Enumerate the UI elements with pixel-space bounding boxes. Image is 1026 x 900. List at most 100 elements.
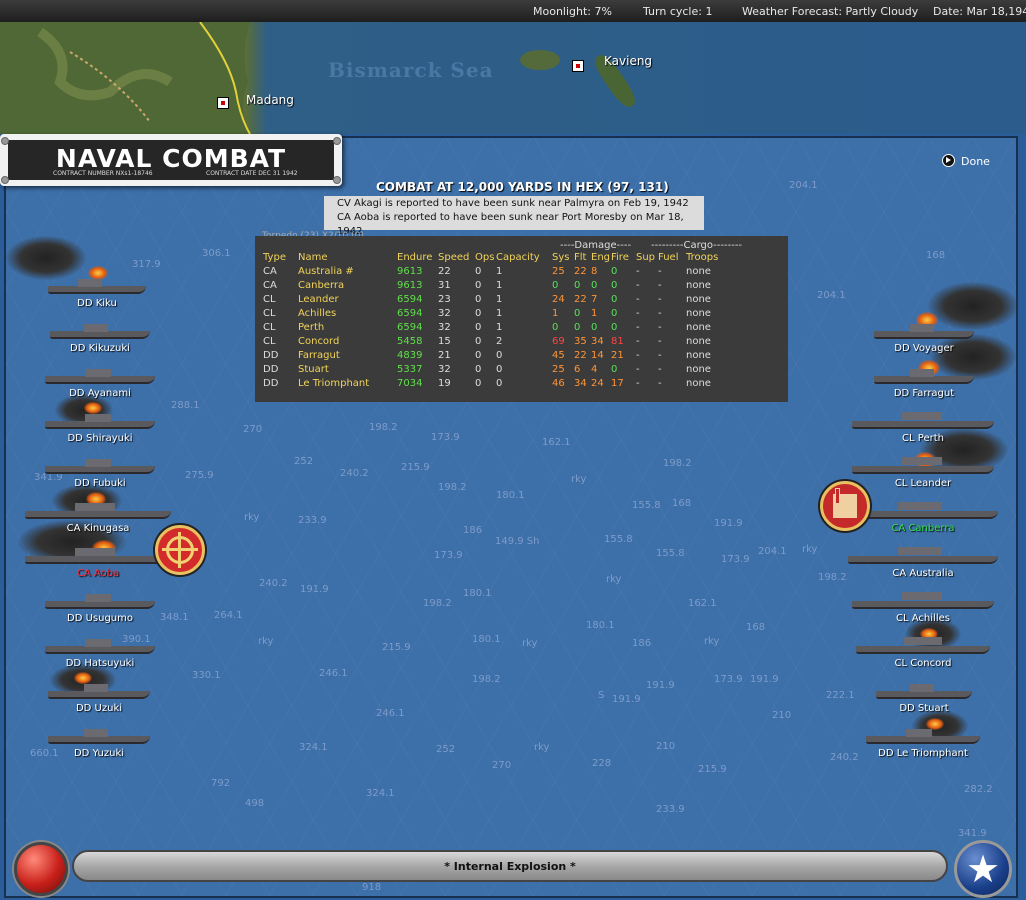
table-cell: 25 bbox=[552, 266, 565, 277]
table-cell: - bbox=[636, 378, 640, 389]
combat-message: * Internal Explosion * bbox=[444, 860, 576, 873]
ship-label: DD Hatsuyuki bbox=[65, 658, 135, 669]
done-button[interactable]: Done bbox=[942, 154, 990, 168]
table-cell: 0 bbox=[611, 308, 618, 319]
table-cell: 0 bbox=[475, 308, 482, 319]
town-marker-madang[interactable] bbox=[217, 97, 229, 109]
table-cell: 0 bbox=[591, 322, 598, 333]
town-label-kavieng: Kavieng bbox=[604, 54, 653, 68]
table-row[interactable]: CL Achilles 6594 32 0 1 1 0 1 0- - none bbox=[263, 307, 734, 321]
ship-status-table: Type Name Endure Speed Ops Capacity Sys … bbox=[263, 251, 734, 391]
table-cell: 0 bbox=[475, 336, 482, 347]
weather-readout: Weather Forecast: Partly Cloudy bbox=[742, 5, 919, 18]
table-cell: Concord bbox=[298, 336, 340, 347]
ship-label: DD Kiku bbox=[77, 298, 117, 309]
table-cell: 81 bbox=[611, 336, 624, 347]
smoke-effect bbox=[928, 282, 1018, 330]
ship-label: CL Perth bbox=[902, 433, 944, 444]
table-cell: 5337 bbox=[397, 364, 423, 375]
table-cell: CL bbox=[263, 308, 276, 319]
ship-label: DD Kikuzuki bbox=[70, 343, 130, 354]
table-cell: 45 bbox=[552, 350, 565, 361]
table-row[interactable]: DD Farragut 4839 21 0 0 45 22 14 21 - - none bbox=[263, 349, 734, 363]
table-cell: 0 bbox=[475, 280, 482, 291]
table-row[interactable]: CL Leander 6594 23 0 1 24 22 7 0 - - none bbox=[263, 293, 734, 307]
done-arrow-icon bbox=[942, 154, 955, 167]
table-cell: 4 bbox=[591, 364, 598, 375]
ship-label: CL Concord bbox=[894, 658, 952, 669]
table-cell: DD bbox=[263, 378, 279, 389]
table-cell: - bbox=[658, 336, 662, 347]
ship-label: CL Leander bbox=[894, 478, 952, 489]
table-cell: Stuart bbox=[298, 364, 329, 375]
table-cell: - bbox=[636, 266, 640, 277]
ship-label: DD Uzuki bbox=[75, 703, 123, 714]
rivet-icon bbox=[333, 137, 341, 145]
column-header: Sup bbox=[636, 252, 656, 263]
report-line: CV Akagi is reported to have been sunk n… bbox=[337, 198, 689, 209]
column-header: Troops bbox=[686, 252, 719, 263]
report-line: CA Aoba is reported to have been sunk ne… bbox=[337, 212, 684, 237]
table-cell: 17 bbox=[611, 378, 624, 389]
table-cell: 0 bbox=[591, 280, 598, 291]
column-header: Fire bbox=[611, 252, 629, 263]
column-header: Endure bbox=[397, 252, 433, 263]
ship-label: DD Farragut bbox=[893, 388, 955, 399]
table-cell: 0 bbox=[611, 364, 618, 375]
date-readout: Date: Mar 18,1942 bbox=[933, 5, 1026, 18]
table-row[interactable]: DD Le Triomphant 7034 19 0 0 46 34 24 17 - - none bbox=[263, 377, 734, 391]
column-header: Ops bbox=[475, 252, 495, 263]
town-marker-kavieng[interactable] bbox=[572, 60, 584, 72]
table-cell: none bbox=[686, 322, 711, 333]
factory-icon[interactable] bbox=[820, 481, 870, 531]
table-row[interactable]: CL Perth 6594 32 0 1 0 0 0 0- - none bbox=[263, 321, 734, 335]
table-row[interactable]: CA Australia # 9613 22 0 1 25 22 8 0 - - none bbox=[263, 265, 734, 279]
rivet-icon bbox=[1, 176, 9, 184]
table-cell: 22 bbox=[438, 266, 451, 277]
ship-label: DD Fubuki bbox=[74, 478, 126, 489]
table-cell: 22 bbox=[574, 350, 587, 361]
banner-contract-date: CONTRACT DATE DEC 31 1942 bbox=[206, 170, 298, 177]
table-row[interactable]: CA Canberra 9613 31 0 1 0 0 0 0- - none bbox=[263, 279, 734, 293]
table-cell: 25 bbox=[552, 364, 565, 375]
ship-label: CL Achilles bbox=[896, 613, 950, 624]
table-cell: 0 bbox=[475, 378, 482, 389]
ship-label: DD Shirayuki bbox=[67, 433, 133, 444]
table-row[interactable]: CL Concord 5458 15 0 2 69 35 34 81 - - none bbox=[263, 335, 734, 349]
column-header: Fuel bbox=[658, 252, 679, 263]
naval-combat-banner: NAVAL COMBAT CONTRACT NUMBER NXs1-18746 … bbox=[0, 134, 342, 186]
cargo-group-header: ---------Cargo-------- bbox=[651, 240, 743, 251]
table-cell: 0 bbox=[552, 322, 559, 333]
moonlight-readout: Moonlight: 7% bbox=[533, 5, 612, 18]
table-cell: CL bbox=[263, 336, 276, 347]
table-row[interactable]: DD Stuart 5337 32 0 0 25 6 4 0 - - none bbox=[263, 363, 734, 377]
table-cell: 35 bbox=[574, 336, 587, 347]
table-cell: 0 bbox=[574, 280, 581, 291]
table-cell: 21 bbox=[438, 350, 451, 361]
table-cell: 22 bbox=[574, 294, 587, 305]
table-cell: none bbox=[686, 294, 711, 305]
ship-status-panel: ----Damage---- ---------Cargo-------- Ty… bbox=[255, 236, 788, 402]
table-cell: Farragut bbox=[298, 350, 340, 361]
ship-label: DD Ayanami bbox=[69, 388, 131, 399]
crosshair-target-icon[interactable] bbox=[155, 525, 205, 575]
table-cell: 9613 bbox=[397, 280, 423, 291]
table-cell: DD bbox=[263, 364, 279, 375]
table-cell: 23 bbox=[438, 294, 451, 305]
strategic-map[interactable]: Bismarck Sea Madang Kavieng bbox=[0, 22, 1026, 134]
table-cell: 0 bbox=[611, 294, 618, 305]
table-cell: 46 bbox=[552, 378, 565, 389]
land-terrain bbox=[0, 22, 252, 134]
table-cell: none bbox=[686, 350, 711, 361]
table-cell: 2 bbox=[496, 336, 503, 347]
table-cell: 24 bbox=[552, 294, 565, 305]
table-cell: 1 bbox=[496, 294, 503, 305]
red-orb-button[interactable] bbox=[14, 842, 68, 896]
table-cell: 0 bbox=[475, 350, 482, 361]
table-cell: Canberra bbox=[298, 280, 345, 291]
ship-label: DD Le Triomphant bbox=[878, 748, 968, 759]
star-icon[interactable]: ★ bbox=[954, 840, 1012, 898]
ship-label: DD Usugumo bbox=[67, 613, 133, 624]
table-cell: 34 bbox=[591, 336, 604, 347]
fire-effect bbox=[88, 266, 108, 280]
